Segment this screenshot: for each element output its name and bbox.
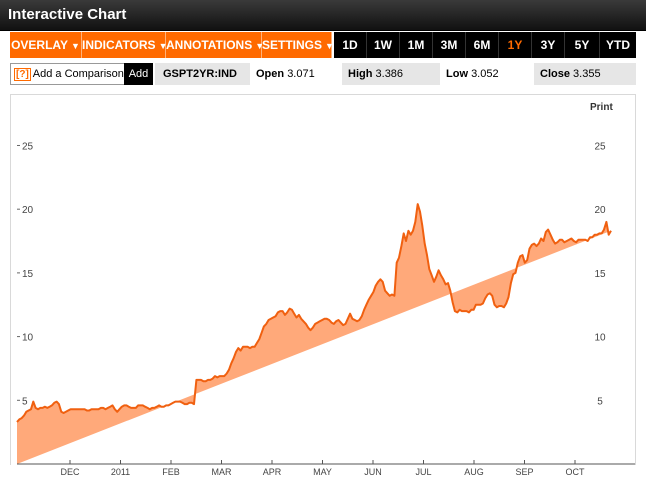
x-tick-label: JUN — [364, 467, 382, 477]
price-area — [17, 204, 611, 464]
y-tick-label-left: 25 — [22, 141, 34, 152]
y-tick-label-left: 5 — [22, 396, 28, 407]
x-tick-label: MAY — [313, 467, 332, 477]
y-tick-label-left: 15 — [22, 269, 34, 280]
x-tick-label: AUG — [464, 467, 484, 477]
y-tick-label-left: 20 — [22, 205, 34, 216]
price-line — [16, 203, 612, 423]
y-tick-label-right: 20 — [594, 205, 606, 216]
x-tick-label: FEB — [162, 467, 180, 477]
x-tick-label: OCT — [566, 467, 586, 477]
x-tick-label: MAR — [212, 467, 233, 477]
y-tick-label-right: 10 — [594, 333, 606, 344]
x-tick-label: 2011 — [111, 467, 130, 477]
x-tick-label: SEP — [515, 467, 533, 477]
x-tick-label: DEC — [60, 467, 80, 477]
x-tick-label: APR — [263, 467, 282, 477]
y-tick-label-right: 15 — [594, 269, 606, 280]
y-tick-label-right: 5 — [597, 396, 603, 407]
y-tick-label-left: 10 — [22, 333, 34, 344]
price-chart: 5 5 10 10 15 15 20 20 25 25 DEC 2011 FEB MAR APR MAY JUN… — [16, 141, 635, 477]
y-tick-label-right: 25 — [594, 141, 606, 152]
x-tick-label: JUL — [415, 467, 431, 477]
